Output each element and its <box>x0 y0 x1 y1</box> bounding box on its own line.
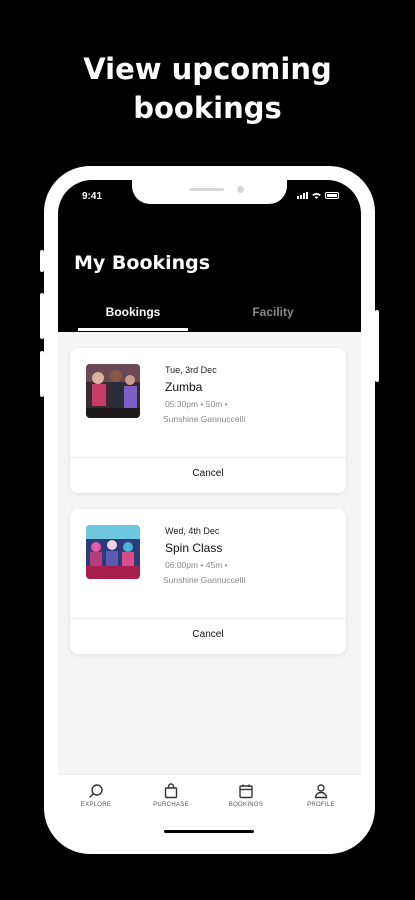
tabbar-purchase[interactable]: PURCHASE <box>141 783 201 808</box>
active-tab-indicator <box>78 328 188 331</box>
spin-class-photo <box>86 525 140 579</box>
search-icon <box>89 784 103 798</box>
booking-instructor: Sunshine Gannuccelli <box>163 414 246 424</box>
signal-icon <box>297 192 308 199</box>
booking-card[interactable]: Tue, 3rd Dec Zumba 05:30pm • 50m • Sunsh… <box>70 348 346 493</box>
phone-notch <box>132 180 287 204</box>
bottom-tab-bar: EXPLORE PURCHASE BOOKINGS PROFILE <box>58 774 361 840</box>
front-camera <box>237 186 244 193</box>
power-button <box>375 310 379 382</box>
card-divider <box>70 457 346 458</box>
wifi-icon <box>312 192 321 199</box>
booking-date: Tue, 3rd Dec <box>165 365 217 375</box>
cancel-booking-button[interactable]: Cancel <box>70 468 346 479</box>
tabbar-label: PROFILE <box>307 802 335 808</box>
status-icons <box>297 192 339 199</box>
tabbar-label: EXPLORE <box>80 802 112 808</box>
app-screen: 9:41 My Bookings Bookings Facility Tue, … <box>58 180 361 840</box>
tab-facility[interactable]: Facility <box>218 305 328 319</box>
tabbar-profile[interactable]: PROFILE <box>291 783 351 808</box>
booking-title: Zumba <box>165 380 203 394</box>
promo-line-2: bookings <box>133 91 282 125</box>
page-title: My Bookings <box>74 252 211 274</box>
booking-instructor: Sunshine Gannuccelli <box>163 575 246 585</box>
tabbar-label: BOOKINGS <box>228 802 264 808</box>
booking-card[interactable]: Wed, 4th Dec Spin Class 06:00pm • 45m • … <box>70 509 346 654</box>
shopping-bag-icon <box>164 783 178 799</box>
battery-icon <box>325 192 339 199</box>
booking-time-duration: 06:00pm • 45m • <box>165 560 228 570</box>
home-indicator[interactable] <box>164 830 254 833</box>
tabbar-explore[interactable]: EXPLORE <box>66 783 126 808</box>
user-icon <box>314 784 328 799</box>
booking-title: Spin Class <box>165 541 223 555</box>
speaker-grille <box>190 188 224 191</box>
tab-bookings[interactable]: Bookings <box>78 305 188 319</box>
promo-line-1: View upcoming <box>83 52 332 86</box>
zumba-class-photo <box>86 364 140 418</box>
status-time: 9:41 <box>82 191 103 202</box>
cancel-booking-button[interactable]: Cancel <box>70 629 346 640</box>
booking-date: Wed, 4th Dec <box>165 526 220 536</box>
promo-headline: View upcoming bookings <box>0 50 415 128</box>
calendar-icon <box>239 784 253 799</box>
booking-time-duration: 05:30pm • 50m • <box>165 399 228 409</box>
tabbar-label: PURCHASE <box>153 802 189 808</box>
card-divider <box>70 618 346 619</box>
tabbar-bookings[interactable]: BOOKINGS <box>216 783 276 808</box>
